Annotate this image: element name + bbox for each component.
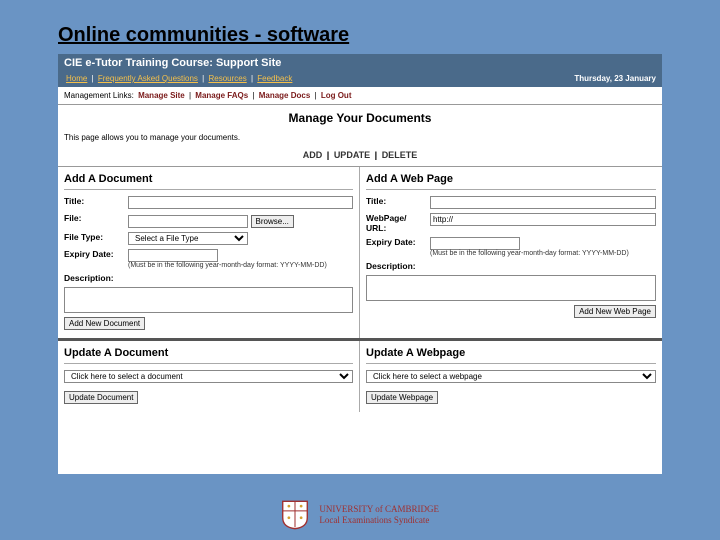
update-section: Update A Document Click here to select a…: [58, 341, 662, 412]
browse-button[interactable]: Browse...: [251, 215, 294, 228]
upd-web-select[interactable]: Click here to select a webpage: [366, 370, 656, 383]
doc-expiry-label: Expiry Date:: [64, 249, 128, 259]
upd-doc-select[interactable]: Click here to select a document: [64, 370, 353, 383]
update-webpage-button[interactable]: Update Webpage: [366, 391, 438, 404]
doc-filetype-select[interactable]: Select a File Type: [128, 232, 248, 245]
add-doc-heading: Add A Document: [64, 173, 353, 190]
mgmt-manage-docs[interactable]: Manage Docs: [259, 91, 311, 100]
update-document-button[interactable]: Update Document: [64, 391, 138, 404]
add-section: Add A Document Title: File: Browse... Fi…: [58, 167, 662, 341]
web-url-label: WebPage/ URL:: [366, 213, 430, 233]
mgmt-manage-site[interactable]: Manage Site: [138, 91, 185, 100]
doc-file-label: File:: [64, 213, 128, 223]
footer-line1: UNIVERSITY of CAMBRIDGE: [319, 504, 439, 515]
upd-doc-heading: Update A Document: [64, 347, 353, 364]
update-document-panel: Update A Document Click here to select a…: [58, 341, 360, 412]
header-date: Thursday, 23 January: [574, 74, 656, 83]
mgmt-log-out[interactable]: Log Out: [321, 91, 352, 100]
nav-resources[interactable]: Resources: [208, 74, 246, 83]
update-webpage-panel: Update A Webpage Click here to select a …: [360, 341, 662, 412]
doc-desc-input[interactable]: [64, 287, 353, 313]
mgmt-label: Management Links:: [64, 91, 134, 100]
web-expiry-input[interactable]: [430, 237, 520, 250]
app-window: CIE e-Tutor Training Course: Support Sit…: [58, 54, 662, 474]
doc-filetype-label: File Type:: [64, 232, 128, 242]
header-bar: Home | Frequently Asked Questions | Reso…: [58, 72, 662, 87]
doc-file-input[interactable]: [128, 215, 248, 228]
footer: UNIVERSITY of CAMBRIDGE Local Examinatio…: [0, 500, 720, 530]
doc-title-input[interactable]: [128, 196, 353, 209]
web-expiry-hint: (Must be in the following year-month-day…: [430, 250, 656, 257]
doc-desc-label: Description:: [64, 273, 128, 283]
web-title-label: Title:: [366, 196, 430, 206]
web-title-input[interactable]: [430, 196, 656, 209]
nav-feedback[interactable]: Feedback: [257, 74, 292, 83]
add-document-button[interactable]: Add New Document: [64, 317, 145, 330]
intro-text: This page allows you to manage your docu…: [58, 129, 662, 150]
mgmt-manage-faqs[interactable]: Manage FAQs: [195, 91, 248, 100]
header-nav: Home | Frequently Asked Questions | Reso…: [64, 74, 294, 83]
nav-home[interactable]: Home: [66, 74, 87, 83]
add-document-panel: Add A Document Title: File: Browse... Fi…: [58, 167, 360, 338]
doc-title-label: Title:: [64, 196, 128, 206]
add-web-heading: Add A Web Page: [366, 173, 656, 190]
action-delete[interactable]: DELETE: [382, 150, 418, 160]
site-title: CIE e-Tutor Training Course: Support Sit…: [58, 54, 662, 72]
nav-faq[interactable]: Frequently Asked Questions: [98, 74, 198, 83]
web-expiry-label: Expiry Date:: [366, 237, 430, 247]
management-links: Management Links: Manage Site | Manage F…: [58, 87, 662, 105]
web-desc-label: Description:: [366, 261, 430, 271]
web-url-input[interactable]: [430, 213, 656, 226]
action-update[interactable]: UPDATE: [334, 150, 370, 160]
upd-web-heading: Update A Webpage: [366, 347, 656, 364]
page-title: Manage Your Documents: [58, 105, 662, 129]
footer-line2: Local Examinations Syndicate: [319, 515, 439, 526]
action-add[interactable]: ADD: [303, 150, 323, 160]
doc-expiry-input[interactable]: [128, 249, 218, 262]
shield-icon: [281, 500, 309, 530]
web-desc-input[interactable]: [366, 275, 656, 301]
action-links: ADD | UPDATE | DELETE: [58, 150, 662, 167]
doc-expiry-hint: (Must be in the following year-month-day…: [128, 262, 353, 269]
add-webpage-panel: Add A Web Page Title: WebPage/ URL: Expi…: [360, 167, 662, 338]
add-webpage-button[interactable]: Add New Web Page: [574, 305, 656, 318]
footer-text: UNIVERSITY of CAMBRIDGE Local Examinatio…: [319, 504, 439, 526]
slide-title: Online communities - software: [58, 24, 349, 47]
